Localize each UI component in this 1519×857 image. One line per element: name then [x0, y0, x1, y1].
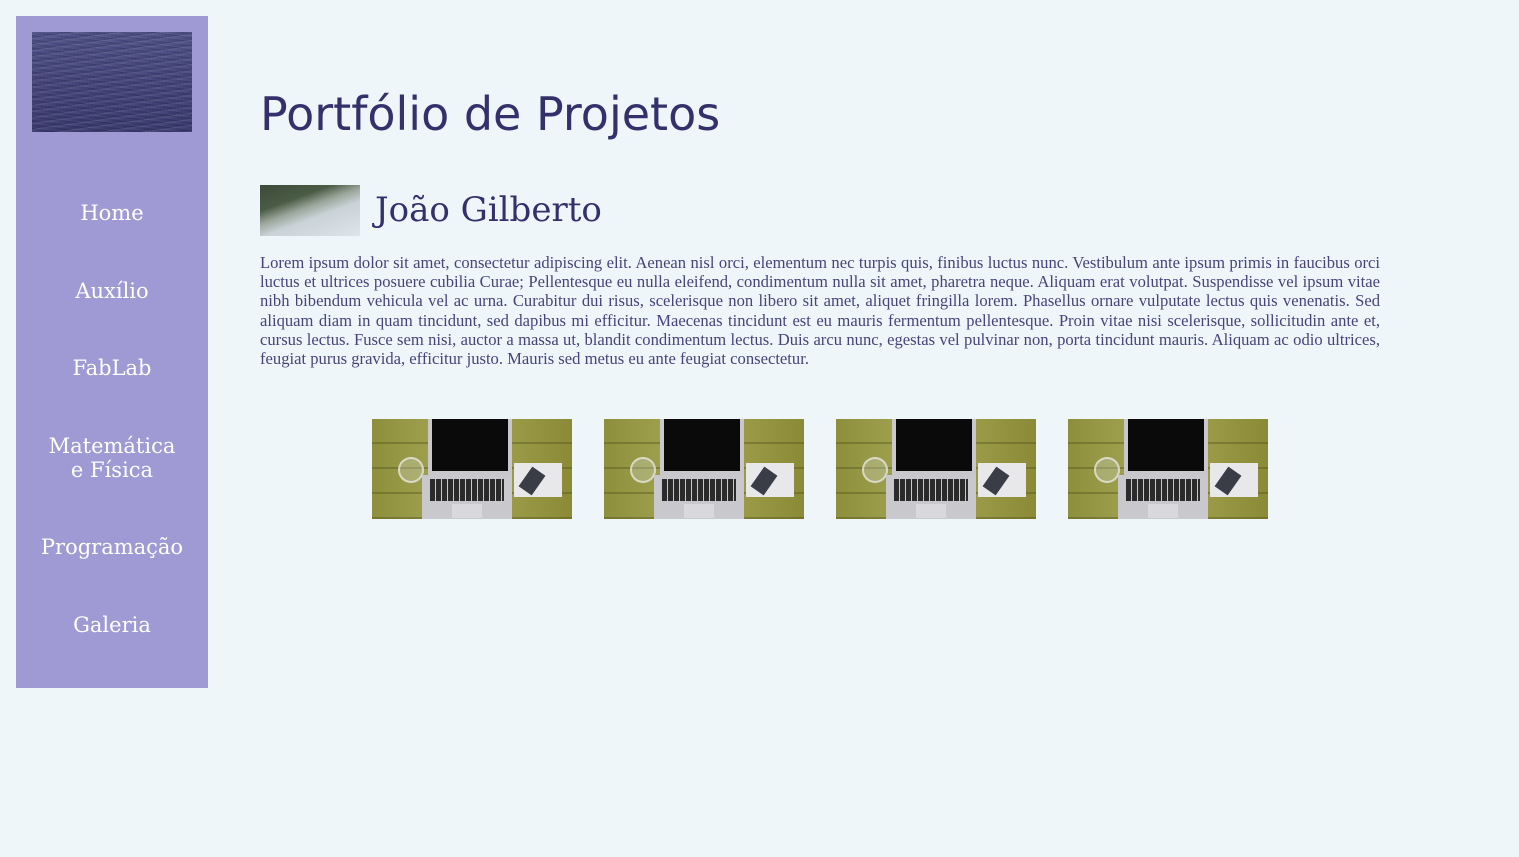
sidebar: Home Auxílio FabLab Matemática e Física … [16, 16, 208, 688]
gallery-image[interactable] [1068, 419, 1268, 519]
gallery-image[interactable] [604, 419, 804, 519]
page-title: Portfólio de Projetos [260, 87, 721, 141]
nav-item-matematica-fisica[interactable]: Matemática e Física [16, 434, 208, 482]
profile-name: João Gilberto [375, 190, 602, 230]
gallery-image[interactable] [836, 419, 1036, 519]
nav-item-home[interactable]: Home [16, 201, 208, 225]
nav-item-programacao[interactable]: Programação [16, 535, 208, 559]
profile-bio: Lorem ipsum dolor sit amet, consectetur … [260, 253, 1380, 369]
sidebar-nav: Home Auxílio FabLab Matemática e Física … [16, 182, 208, 637]
nav-item-auxilio[interactable]: Auxílio [16, 279, 208, 303]
gallery-image[interactable] [372, 419, 572, 519]
project-gallery [372, 419, 1268, 519]
sidebar-logo-image [32, 32, 192, 132]
profile-photo [260, 185, 360, 236]
nav-item-fablab[interactable]: FabLab [16, 356, 208, 380]
nav-item-galeria[interactable]: Galeria [16, 613, 208, 637]
